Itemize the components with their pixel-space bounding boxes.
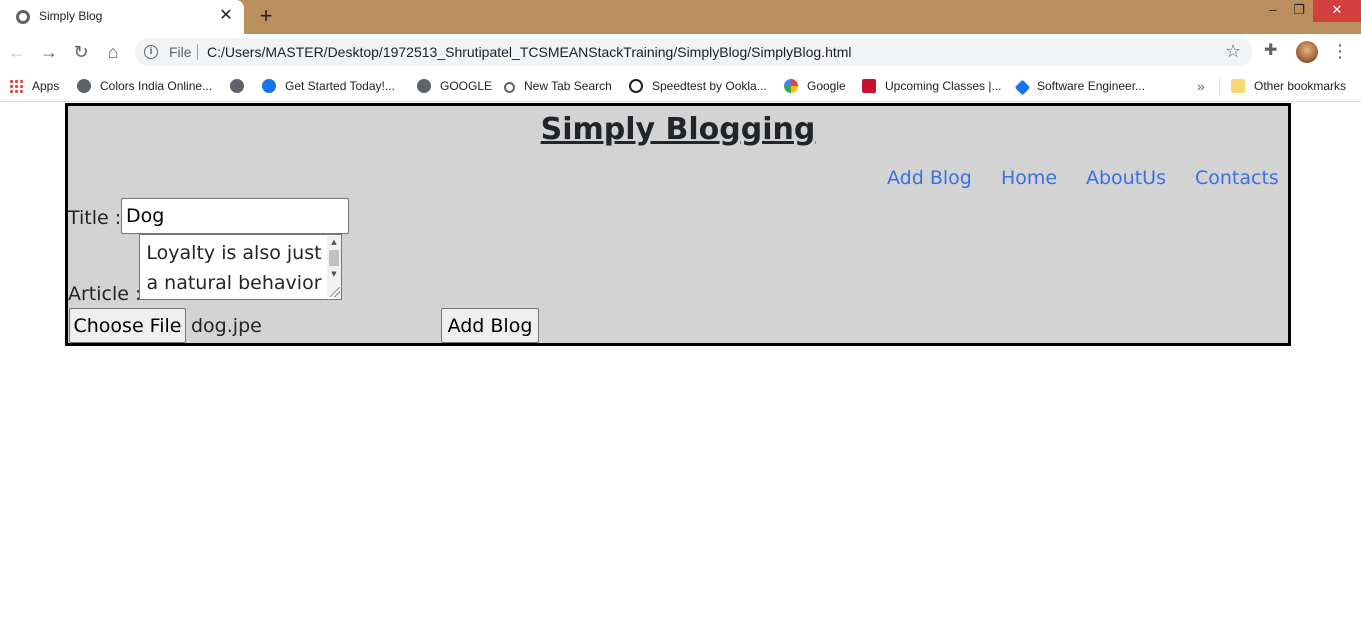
bookmark-apps[interactable]: Apps xyxy=(9,76,59,96)
url-text[interactable]: C:/Users/MASTER/Desktop/1972513_Shrutipa… xyxy=(207,44,852,60)
restore-button[interactable]: ❐ xyxy=(1284,0,1314,22)
r-logo-icon xyxy=(862,79,876,93)
nav-add-blog-link[interactable]: Add Blog xyxy=(887,167,972,189)
bookmark-other[interactable]: Other bookmarks xyxy=(1231,76,1346,96)
selected-file-name: dog.jpe xyxy=(191,315,262,337)
home-icon[interactable]: ⌂ xyxy=(101,40,125,64)
bookmark-new-tab-search[interactable]: New Tab Search xyxy=(504,76,612,96)
nav-home-link[interactable]: Home xyxy=(1001,167,1057,189)
globe-icon xyxy=(77,79,91,93)
page-title: Simply Blogging xyxy=(540,112,816,147)
folder-icon xyxy=(1231,79,1245,93)
bookmark-get-started[interactable]: Get Started Today!... xyxy=(262,76,395,96)
star-icon[interactable]: ☆ xyxy=(1225,41,1241,62)
bookmark-globe[interactable] xyxy=(230,76,253,96)
new-tab-button[interactable]: + xyxy=(255,5,277,27)
back-arrow-icon[interactable]: ← xyxy=(5,40,29,64)
menu-icon[interactable]: ⋮ xyxy=(1331,40,1349,62)
globe-icon xyxy=(230,79,244,93)
bookmark-google-upper[interactable]: GOOGLE xyxy=(417,76,492,96)
bookmark-upcoming-classes[interactable]: Upcoming Classes |... xyxy=(862,76,1002,96)
address-bar[interactable]: i File C:/Users/MASTER/Desktop/1972513_S… xyxy=(135,38,1253,66)
address-separator xyxy=(197,44,198,60)
resize-grip-icon[interactable] xyxy=(330,287,340,297)
nav-contacts-link[interactable]: Contacts xyxy=(1195,167,1279,189)
apps-grid-icon xyxy=(9,79,23,93)
bookmark-speedtest[interactable]: Speedtest by Ookla... xyxy=(629,76,767,96)
scroll-down-icon[interactable]: ▼ xyxy=(327,268,341,280)
tab-title: Simply Blog xyxy=(39,9,103,23)
blog-container: Simply Blogging Add Blog Home AboutUs Co… xyxy=(65,103,1291,346)
url-scheme: File xyxy=(169,44,192,60)
browser-tab[interactable]: Simply Blog ✕ xyxy=(0,0,244,34)
scroll-thumb[interactable] xyxy=(329,250,339,266)
forward-arrow-icon[interactable]: → xyxy=(37,40,61,64)
globe-icon xyxy=(417,79,431,93)
diamond-logo-icon xyxy=(1014,79,1031,96)
extensions-icon[interactable]: ✚ xyxy=(1264,40,1277,60)
bookmarks-overflow-button[interactable]: » xyxy=(1197,76,1205,96)
google-g-icon xyxy=(784,79,798,93)
article-textarea[interactable]: Loyalty is also just a natural behavior … xyxy=(139,234,342,300)
close-window-button[interactable]: ✕ xyxy=(1313,0,1361,22)
bookmark-google[interactable]: Google xyxy=(784,76,846,96)
title-input[interactable] xyxy=(121,198,349,234)
bookmarks-divider xyxy=(1219,79,1220,95)
search-icon xyxy=(504,82,515,93)
add-blog-button[interactable]: Add Blog xyxy=(441,308,539,343)
avatar[interactable] xyxy=(1296,41,1318,63)
article-label: Article : xyxy=(68,283,142,305)
bookmark-software-engineer[interactable]: Software Engineer... xyxy=(1014,76,1145,96)
speedometer-icon xyxy=(629,79,643,93)
reload-icon[interactable]: ↻ xyxy=(69,40,93,64)
info-icon[interactable]: i xyxy=(144,45,158,59)
close-tab-icon[interactable]: ✕ xyxy=(217,7,235,25)
nav-aboutus-link[interactable]: AboutUs xyxy=(1086,167,1166,189)
browser-toolbar: ← → ↻ ⌂ i File C:/Users/MASTER/Desktop/1… xyxy=(0,34,1361,70)
globe-icon xyxy=(16,10,30,24)
title-label: Title : xyxy=(68,207,122,229)
choose-file-button[interactable]: Choose File xyxy=(69,308,186,343)
article-text: Loyalty is also just a natural behavior xyxy=(146,242,322,294)
scroll-up-icon[interactable]: ▲ xyxy=(327,236,341,248)
q-logo-icon xyxy=(262,79,276,93)
window-titlebar: Simply Blog ✕ + – ❐ ✕ xyxy=(0,0,1361,34)
bookmark-colors-india[interactable]: Colors India Online... xyxy=(77,76,212,96)
bookmarks-bar: Apps Colors India Online... Get Started … xyxy=(0,70,1361,102)
